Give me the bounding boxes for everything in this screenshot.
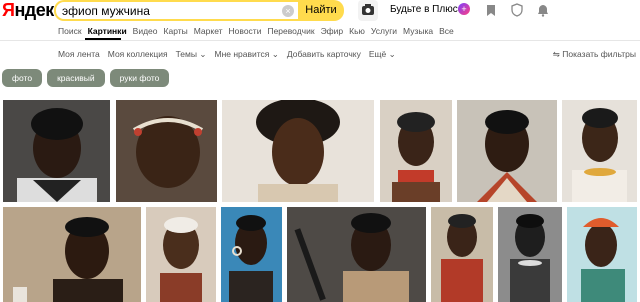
image-result[interactable] xyxy=(116,100,217,202)
shield-icon[interactable] xyxy=(510,3,524,17)
header: Яндекс × Найти Будьте в Плюсе + xyxy=(0,0,640,22)
show-filters-button[interactable]: ⇋ Показать фильтры xyxy=(553,49,636,60)
header-divider xyxy=(0,40,640,41)
tab-music[interactable]: Музыка xyxy=(403,26,433,38)
find-button[interactable]: Найти xyxy=(298,0,344,21)
image-result[interactable] xyxy=(3,207,141,302)
tab-q[interactable]: Кью xyxy=(349,26,365,38)
tab-news[interactable]: Новости xyxy=(229,26,262,38)
image-result[interactable] xyxy=(562,100,637,202)
image-result[interactable] xyxy=(431,207,493,302)
chip-photo[interactable]: фото xyxy=(2,69,43,87)
bell-icon[interactable] xyxy=(536,3,550,17)
tab-video[interactable]: Видео xyxy=(133,26,158,38)
tab-maps[interactable]: Карты xyxy=(164,26,188,38)
tab-market[interactable]: Маркет xyxy=(194,26,223,38)
image-result[interactable] xyxy=(221,207,282,302)
tab-efir[interactable]: Эфир xyxy=(321,26,344,38)
search-tabs: Поиск Картинки Видео Карты Маркет Новост… xyxy=(58,26,460,38)
chip-hands-photo[interactable]: руки фото xyxy=(109,69,170,87)
image-result[interactable] xyxy=(457,100,557,202)
tab-translate[interactable]: Переводчик xyxy=(267,26,314,38)
images-subnav: Моя лента Моя коллекция Темы ⌄ Мне нрави… xyxy=(58,49,404,60)
collection-icon[interactable] xyxy=(484,3,498,17)
chip-beautiful[interactable]: красивый xyxy=(47,69,105,87)
subnav-my-collection[interactable]: Моя коллекция xyxy=(108,49,168,60)
show-filters-label: Показать фильтры xyxy=(562,49,636,59)
tab-services[interactable]: Услуги xyxy=(371,26,397,38)
subnav-add-card[interactable]: Добавить карточку xyxy=(287,49,361,60)
subnav-more[interactable]: Ещё ⌄ xyxy=(369,49,396,60)
plus-icon: + xyxy=(458,3,470,15)
tab-all[interactable]: Все xyxy=(439,26,454,38)
search-box[interactable]: × xyxy=(54,0,298,21)
plus-link[interactable]: Будьте в Плюсе xyxy=(390,4,463,15)
camera-search-button[interactable] xyxy=(358,0,378,21)
image-result[interactable] xyxy=(287,207,426,302)
subnav-my-feed[interactable]: Моя лента xyxy=(58,49,100,60)
tab-images[interactable]: Картинки xyxy=(88,26,127,38)
suggestion-chips: фото красивый руки фото xyxy=(2,69,170,87)
image-result[interactable] xyxy=(380,100,452,202)
image-result[interactable] xyxy=(3,100,110,202)
filter-icon: ⇋ xyxy=(552,49,560,59)
image-result[interactable] xyxy=(222,100,374,202)
image-result[interactable] xyxy=(498,207,562,302)
subnav-likes[interactable]: Мне нравится ⌄ xyxy=(214,49,278,60)
image-result[interactable] xyxy=(146,207,216,302)
camera-icon xyxy=(362,4,374,15)
clear-icon[interactable]: × xyxy=(282,5,294,17)
tab-search[interactable]: Поиск xyxy=(58,26,82,38)
search-input[interactable] xyxy=(62,3,262,19)
image-result[interactable] xyxy=(567,207,637,302)
subnav-themes[interactable]: Темы ⌄ xyxy=(176,49,207,60)
